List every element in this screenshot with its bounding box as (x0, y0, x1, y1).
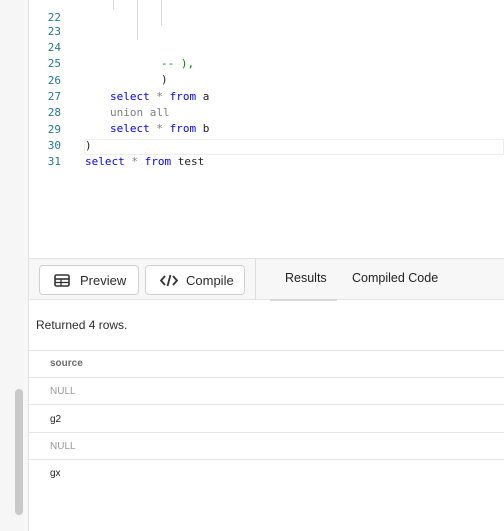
table-header: source (29, 351, 504, 378)
toolbar-divider (255, 259, 256, 300)
left-rail (0, 0, 29, 531)
code-line: 23 (29, 8, 504, 38)
code-editor[interactable]: 22 23 24 -- ), 25 ) 26 select * from a 2… (29, 0, 504, 258)
column-header-source[interactable]: source (50, 358, 83, 369)
code-icon (159, 274, 179, 287)
code-line: 26 select * from a (29, 57, 504, 103)
results-toolbar: Preview Compile Results Compiled Code (29, 258, 504, 301)
tab-compiled-code[interactable]: Compiled Code (352, 271, 438, 285)
code-line: 30 select * from test (29, 122, 504, 168)
active-tab-indicator (270, 299, 337, 301)
code-line: 27 union all (29, 73, 504, 119)
table-cell: g2 (50, 414, 62, 425)
table-row: NULL (29, 433, 504, 460)
compile-label: Compile (186, 273, 234, 288)
table-cell: NULL (50, 441, 76, 452)
compile-button[interactable]: Compile (145, 265, 245, 295)
vertical-scrollbar[interactable] (15, 389, 23, 515)
code-line: 31 (29, 138, 504, 168)
table-row: NULL (29, 378, 504, 405)
code-line: 28 select * from b (29, 89, 504, 135)
results-count-message: Returned 4 rows. (36, 318, 128, 332)
code-line: 25 ) (29, 40, 504, 86)
tab-results[interactable]: Results (285, 271, 327, 285)
code-line: 29 ) (29, 106, 504, 152)
code-line: 24 -- ), (29, 24, 504, 70)
table-row: gx (29, 460, 504, 487)
line-number: 31 (47, 155, 61, 168)
table-cell: gx (50, 468, 61, 479)
table-row: g2 (29, 406, 504, 433)
table-icon (54, 274, 70, 287)
preview-label: Preview (80, 273, 127, 288)
code-text: select * from test (85, 155, 205, 168)
preview-button[interactable]: Preview (39, 265, 139, 295)
table-cell: NULL (50, 386, 76, 397)
